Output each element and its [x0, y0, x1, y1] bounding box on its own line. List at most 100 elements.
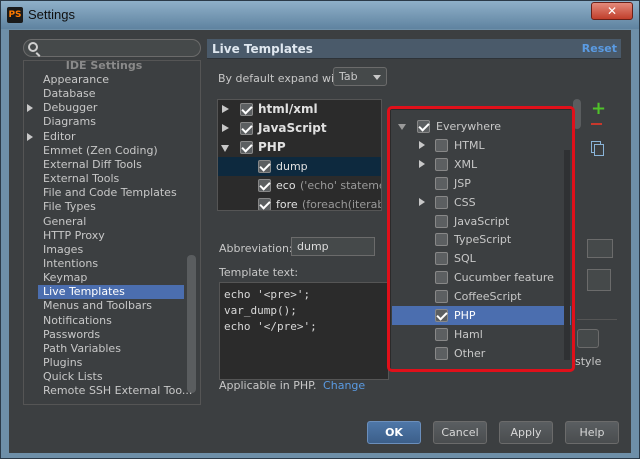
sidebar-item-label: External Diff Tools [43, 157, 142, 171]
sidebar-item-label: Emmet (Zen Coding) [43, 143, 158, 157]
template-description: (foreach(iterable_e [302, 198, 381, 211]
template-checkbox[interactable] [258, 179, 271, 192]
sidebar-item[interactable]: Quick Lists [43, 370, 103, 384]
abbreviation-input[interactable]: dump [291, 237, 375, 256]
template-text-label: Template text: [219, 266, 299, 279]
sidebar-item[interactable]: Path Variables [43, 342, 121, 356]
sidebar-item[interactable]: Appearance [43, 73, 109, 87]
sidebar-item[interactable]: General [43, 215, 86, 229]
collapsed-arrow-icon[interactable] [222, 105, 229, 113]
change-context-link[interactable]: Change [323, 379, 365, 392]
sidebar-item[interactable]: Live Templates [38, 285, 184, 300]
group-checkbox[interactable] [240, 103, 253, 116]
title-bar: PS Settings ✕ [1, 1, 639, 29]
sidebar-item[interactable]: Images [43, 243, 83, 257]
sidebar-item-label: Diagrams [43, 115, 96, 129]
panel-title: Live Templates [212, 42, 313, 56]
template-abbreviation: dump [276, 160, 308, 173]
sidebar-item-label: Editor [43, 129, 76, 143]
sidebar-item-label: HTTP Proxy [43, 228, 105, 242]
expand-with-label: By default expand with [218, 72, 346, 85]
expand-arrow-icon[interactable] [27, 132, 33, 141]
sidebar-item-label: Plugins [43, 356, 83, 369]
abbreviation-label: Abbreviation: [219, 242, 293, 255]
group-name: JavaScript [258, 121, 327, 135]
reset-link[interactable]: Reset [582, 42, 617, 55]
phpstorm-logo-icon: PS [7, 7, 23, 23]
sidebar-item[interactable]: Plugins [43, 356, 82, 370]
template-row[interactable]: fore (foreach(iterable_e [218, 195, 381, 211]
sidebar-item-label: External Tools [43, 172, 120, 186]
tree-scrollbar[interactable] [187, 255, 196, 393]
template-row[interactable]: eco ('echo' statement) [218, 176, 381, 195]
cancel-button[interactable]: Cancel [433, 421, 487, 444]
sidebar-item-label: Intentions [43, 256, 99, 270]
sidebar-item-label: File Types [43, 200, 96, 214]
chevron-down-icon [373, 75, 381, 80]
settings-window: PS Settings ✕ IDE Settings Appearance Dat… [0, 0, 640, 459]
tree-section-header: IDE Settings [65, 60, 143, 72]
sidebar-item[interactable]: Notifications [43, 314, 112, 328]
sidebar-item-label: Appearance [43, 73, 110, 86]
sidebar-item[interactable]: HTTP Proxy [43, 229, 105, 243]
sidebar-item[interactable]: Debugger [43, 101, 97, 115]
ok-button[interactable]: OK [367, 421, 421, 444]
group-checkbox[interactable] [240, 141, 253, 154]
help-button[interactable]: Help [565, 421, 619, 444]
expand-with-select[interactable]: Tab [333, 67, 387, 86]
templates-list[interactable]: html/xml JavaScript PHP dump eco ('echo' stat… [217, 99, 382, 211]
sidebar-item-label: Debugger [43, 101, 98, 115]
sidebar-item[interactable]: Emmet (Zen Coding) [43, 144, 158, 158]
template-abbreviation: fore [276, 198, 298, 211]
sidebar-item[interactable]: File and Code Templates [43, 186, 177, 200]
template-group-row[interactable]: html/xml [218, 100, 381, 119]
sidebar-item[interactable]: File Types [43, 200, 96, 214]
expand-arrow-icon[interactable] [27, 104, 33, 113]
group-name: PHP [258, 140, 286, 154]
sidebar-item[interactable]: Editor [43, 130, 76, 144]
panel-header: Live Templates Reset [207, 39, 621, 59]
sidebar-item-label: General [43, 214, 87, 228]
remove-template-button[interactable] [591, 123, 602, 125]
template-checkbox[interactable] [258, 160, 271, 173]
template-checkbox[interactable] [258, 198, 271, 210]
close-button[interactable]: ✕ [591, 2, 633, 20]
search-icon [28, 42, 38, 52]
template-text-editor[interactable]: echo '<pre>'; var_dump(); echo '</pre>'; [219, 282, 389, 380]
sidebar-item[interactable]: Remote SSH External Too... [43, 384, 192, 398]
sidebar-item[interactable]: Intentions [43, 257, 98, 271]
description-input[interactable] [587, 239, 613, 258]
highlight-box [387, 106, 575, 372]
sidebar-item-label: Images [43, 242, 84, 256]
sidebar-item[interactable]: External Diff Tools [43, 158, 142, 172]
sidebar-item[interactable]: Passwords [43, 328, 100, 342]
applicable-text: Applicable in PHP. [219, 379, 317, 392]
sidebar-item-label: Passwords [43, 327, 101, 341]
group-checkbox[interactable] [240, 122, 253, 135]
sidebar-item-label: Notifications [43, 313, 112, 327]
sidebar-item-label: Path Variables [43, 341, 121, 355]
template-group-row[interactable]: PHP [218, 138, 381, 157]
sidebar-item-label: Quick Lists [43, 370, 103, 384]
sidebar-item[interactable]: Menus and Toolbars [43, 299, 152, 313]
sidebar-item-label: Menus and Toolbars [43, 299, 152, 313]
expand-with-value: Tab [339, 70, 358, 83]
expanded-arrow-icon[interactable] [221, 145, 229, 152]
style-select[interactable] [577, 329, 599, 348]
sidebar-item-label: Remote SSH External Too... [43, 384, 193, 398]
sidebar-item[interactable]: Diagrams [43, 115, 96, 129]
sidebar-item[interactable]: Keymap [43, 271, 87, 285]
settings-tree[interactable]: IDE Settings Appearance Database Debugger D… [23, 60, 201, 405]
sidebar-item[interactable]: External Tools [43, 172, 119, 186]
options-field[interactable] [587, 269, 611, 291]
sidebar-item[interactable]: Database [43, 87, 96, 101]
add-template-button[interactable]: + [591, 100, 606, 118]
options-divider [577, 319, 617, 320]
settings-search-input[interactable] [23, 39, 201, 57]
apply-button[interactable]: Apply [499, 421, 553, 444]
collapsed-arrow-icon[interactable] [222, 124, 229, 132]
copy-template-button[interactable] [591, 141, 604, 156]
template-row[interactable]: dump [218, 157, 381, 176]
template-group-row[interactable]: JavaScript [218, 119, 381, 138]
window-title: Settings [28, 7, 75, 22]
